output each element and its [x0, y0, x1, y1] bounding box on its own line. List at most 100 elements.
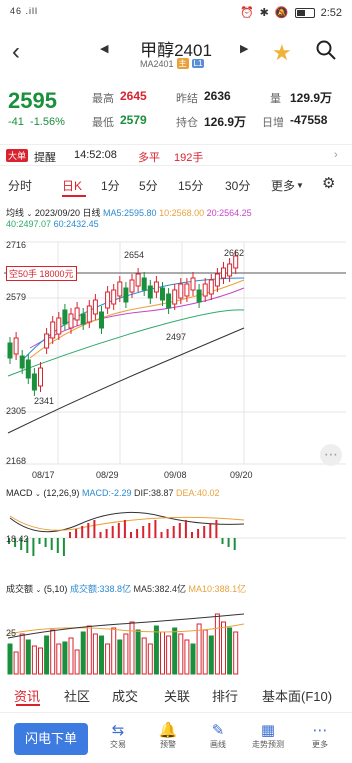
x-label-2: 08/29: [96, 470, 119, 480]
header: ‹ ◀ 甲醇2401 ▶ MA2401 主 L1 ★: [0, 30, 352, 76]
tab-related[interactable]: 关联: [164, 686, 190, 705]
more-icon: ⋯: [312, 722, 328, 739]
alert-button[interactable]: 🔔 预警: [150, 721, 186, 750]
tab-trades[interactable]: 成交: [112, 686, 138, 705]
low-label: 最低: [92, 117, 114, 129]
clock: 2:52: [320, 6, 342, 19]
volume-ma10: MA10:388.1亿: [188, 584, 247, 594]
annotation-high-1: 2654: [124, 250, 145, 260]
status-bar: 46 .ill ⏰ ✱ 🔕 2:52: [0, 0, 352, 28]
contract-code: MA2401: [140, 58, 174, 69]
volume-params: (5,10): [43, 584, 68, 594]
draw-line-button[interactable]: ✎ 画线: [200, 721, 236, 750]
y-label-bottom: 2168: [6, 456, 27, 466]
quote-panel: 2595 -41 -1.56% 最高 2645 最低 2579 昨结 2636 …: [0, 80, 352, 140]
more-button[interactable]: ⋯ 更多: [302, 721, 338, 750]
chevron-down-icon[interactable]: ⌄: [35, 491, 41, 498]
alarm-icon: ⏰: [239, 7, 254, 19]
ma10-value: 10:2568.00: [159, 208, 205, 218]
dif-curve: [9, 511, 245, 533]
ticker-direction: 多平: [138, 152, 160, 164]
annotation-high-2: 2662: [224, 248, 245, 258]
ticker-time: 14:52:08: [74, 149, 117, 161]
prev-settle-label: 昨结: [176, 93, 198, 105]
tab-fundamentals[interactable]: 基本面(F10): [262, 686, 332, 705]
battery-icon: [294, 7, 315, 18]
bottom-tabs: 资讯 社区 成交 关联 排行 基本面(F10): [0, 684, 352, 708]
volume-ma5: MA5:382.4亿: [133, 584, 187, 594]
volume-label: 量: [270, 93, 281, 105]
change-pct: -1.56%: [30, 116, 65, 128]
forecast-label: 走势预测: [252, 740, 284, 749]
big-order-ticker[interactable]: 大单 提醒 14:52:08 多平 192手 ›: [0, 144, 352, 166]
macd-chart[interactable]: [0, 502, 352, 580]
tab-daily-k[interactable]: 日K: [62, 177, 82, 194]
prev-settle-value: 2636: [204, 89, 231, 103]
bell-icon: 🔔: [158, 722, 178, 739]
flash-order-button[interactable]: 闪电下单: [14, 723, 88, 755]
ma5-value: MA5:2595.80: [103, 208, 157, 218]
volume-y-label: 25: [6, 628, 17, 638]
tab-ranking[interactable]: 排行: [212, 686, 238, 705]
trade-button[interactable]: ⇆ 交易: [100, 721, 136, 750]
y-label-top: 2716: [6, 240, 27, 250]
ticker-text: 提醒: [34, 152, 56, 164]
big-order-badge: 大单: [6, 149, 29, 162]
main-contract-badge: 主: [176, 58, 189, 69]
ma-indicator-select[interactable]: 均线: [6, 208, 24, 218]
tab-30min[interactable]: 30分: [225, 177, 250, 194]
tab-15min[interactable]: 15分: [178, 177, 203, 194]
active-tab-underline: [62, 195, 86, 197]
tab-timeshare[interactable]: 分时: [8, 177, 32, 194]
settings-gear-icon[interactable]: ⚙: [322, 174, 335, 192]
forecast-button[interactable]: ▦ 走势预测: [250, 721, 286, 750]
tab-news[interactable]: 资讯: [14, 686, 40, 705]
position-tag[interactable]: 空50手 18000元: [6, 266, 77, 281]
more-dots-icon[interactable]: ⋯: [320, 444, 342, 466]
ma-period: 日线: [82, 208, 101, 218]
ma20-curve: [29, 287, 245, 349]
next-contract-icon[interactable]: ▶: [240, 42, 248, 55]
search-icon[interactable]: [316, 40, 336, 60]
dropdown-icon[interactable]: ▼: [296, 181, 304, 190]
x-label-1: 08/17: [32, 470, 55, 480]
daily-inc-label: 日增: [262, 117, 284, 129]
ticker-qty: 192手: [174, 152, 204, 164]
bluetooth-icon: ✱: [259, 7, 269, 19]
status-right: ⏰ ✱ 🔕 2:52: [239, 6, 342, 20]
signal-indicator: 46 .ill: [10, 6, 39, 16]
tab-community[interactable]: 社区: [64, 686, 90, 705]
draw-label: 画线: [210, 740, 226, 749]
macd-value: MACD:-2.29: [81, 488, 132, 498]
macd-label[interactable]: MACD: [6, 488, 33, 498]
high-label: 最高: [92, 93, 114, 105]
volume-chart[interactable]: [0, 594, 352, 676]
x-label-4: 09/20: [230, 470, 253, 480]
volume-indicator-label[interactable]: 成交额: [6, 584, 33, 594]
tab-1min[interactable]: 1分: [101, 177, 120, 194]
screen: 46 .ill ⏰ ✱ 🔕 2:52 ‹ ◀ 甲醇2401 ▶ MA2401 主…: [0, 0, 352, 763]
macd-y-label: 18.42: [6, 534, 29, 544]
ma-legend: 均线 ⌄ 2023/09/20 日线 MA5:2595.80 10:2568.0…: [6, 206, 252, 229]
tab-5min[interactable]: 5分: [139, 177, 158, 194]
trade-label: 交易: [110, 740, 126, 749]
tab-more[interactable]: 更多: [271, 177, 295, 194]
mute-icon: 🔕: [274, 7, 289, 19]
ma60-curve: [7, 327, 245, 434]
ma20-value: 20:2564.25: [206, 208, 252, 218]
open-interest-value: 126.9万: [204, 115, 247, 129]
volume-amount: 成交额:338.8亿: [69, 584, 131, 594]
favorite-star-icon[interactable]: ★: [272, 40, 292, 66]
l1-badge: L1: [191, 59, 205, 68]
y-label-2: 2579: [6, 292, 27, 302]
chevron-down-icon[interactable]: ⌄: [36, 587, 42, 594]
macd-params: (12,26,9): [43, 488, 80, 498]
dea-value: DEA:40.02: [176, 488, 220, 498]
last-price: 2595: [8, 88, 57, 113]
low-value: 2579: [120, 113, 147, 127]
chevron-right-icon: ›: [334, 149, 338, 161]
contract-subtitle: MA2401 主 L1: [140, 58, 205, 69]
y-label-3: 2305: [6, 406, 27, 416]
chevron-down-icon[interactable]: ⌄: [27, 211, 33, 218]
ma-date: 2023/09/20: [34, 208, 80, 218]
